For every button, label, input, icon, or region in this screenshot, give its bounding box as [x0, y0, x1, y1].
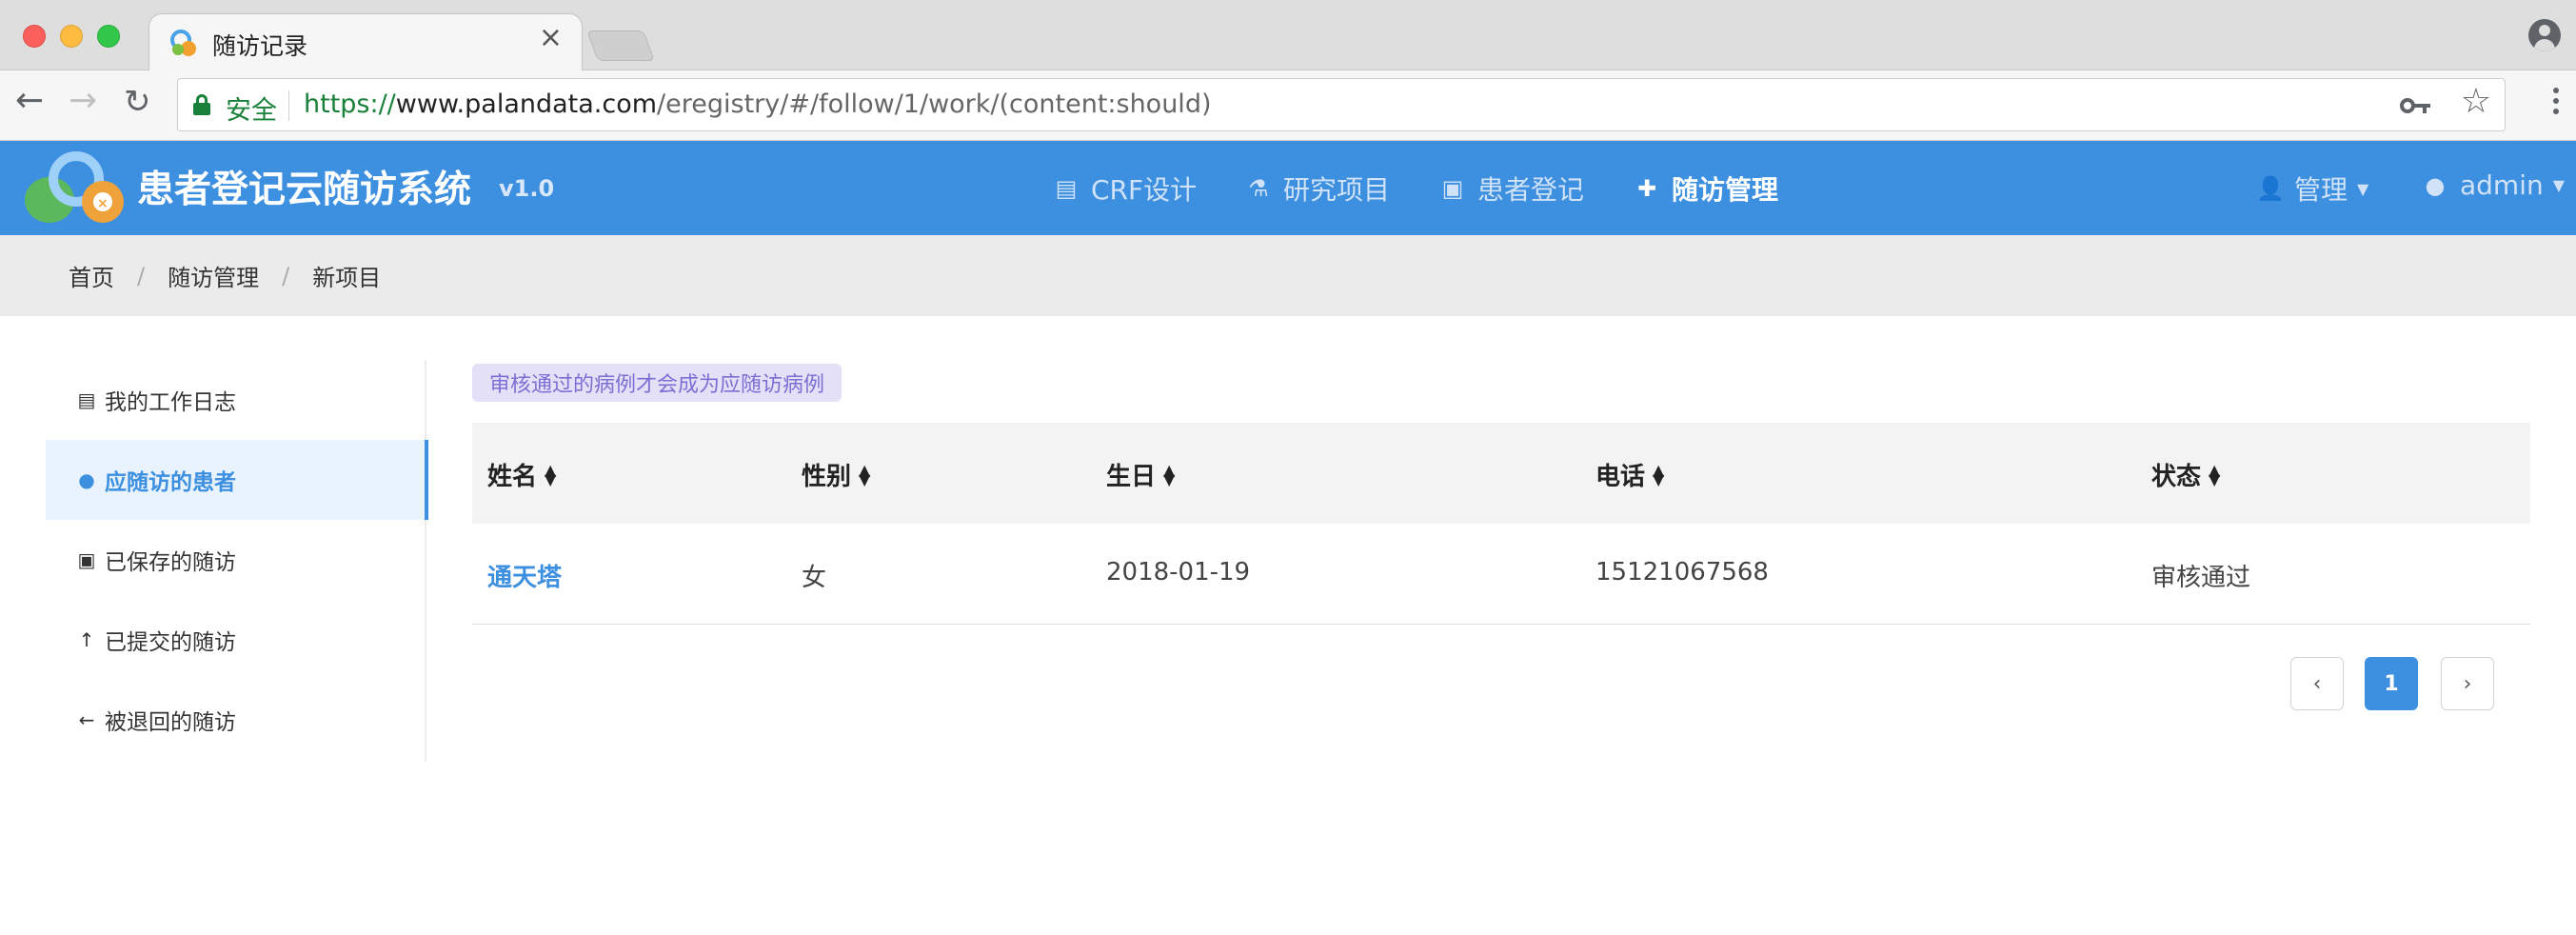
key-icon[interactable]	[2400, 94, 2432, 117]
maximize-window-button[interactable]	[97, 25, 120, 48]
nav-user-dropdown[interactable]: ● admin ▼	[2422, 169, 2566, 201]
breadcrumb-home[interactable]: 首页	[69, 259, 114, 292]
browser-tab-bar: 随访记录 ×	[0, 0, 2576, 71]
caret-down-icon: ▼	[2357, 179, 2369, 198]
svg-text:×: ×	[97, 196, 109, 211]
user-plus-icon: 👤	[2256, 175, 2285, 202]
user-icon: ●	[2425, 171, 2446, 199]
nav-research-project[interactable]: ⚗ 研究项目	[1245, 169, 1390, 208]
sidebar-item-saved-follow[interactable]: ▣ 已保存的随访	[46, 520, 426, 600]
nav-patient-register[interactable]: ▣ 患者登记	[1439, 169, 1584, 208]
lock-icon	[193, 94, 210, 115]
caret-down-icon: ▼	[2552, 176, 2566, 194]
arrow-left-icon: ←	[78, 708, 95, 731]
browser-toolbar: ← → ↻ 安全 https://www.palandata.com/eregi…	[0, 70, 2576, 141]
url-path: /eregistry/#/follow/1/work/(content:shou…	[657, 90, 1212, 119]
sort-icon: ▲ ▼	[545, 460, 557, 488]
pagination-next-button[interactable]: ›	[2441, 657, 2494, 710]
favicon-icon	[170, 30, 196, 56]
breadcrumb-separator: /	[137, 262, 146, 289]
sort-icon: ▲ ▼	[859, 460, 871, 488]
floppy-icon: ▣	[77, 548, 96, 571]
pagination-prev-button[interactable]: ‹	[2290, 657, 2344, 710]
column-header-phone[interactable]: 电话 ▲ ▼	[1595, 457, 1664, 492]
close-window-button[interactable]	[23, 25, 46, 48]
column-header-status[interactable]: 状态 ▲ ▼	[2151, 457, 2220, 492]
breadcrumb-current: 新项目	[312, 265, 382, 291]
breadcrumb-follow[interactable]: 随访管理	[168, 259, 259, 292]
sidebar-item-label: 已保存的随访	[105, 550, 236, 575]
sidebar-item-label: 已提交的随访	[105, 630, 236, 655]
omnibox-divider	[288, 90, 289, 121]
nav-register-label: 患者登记	[1477, 174, 1585, 206]
back-arrow-icon[interactable]: ←	[15, 84, 44, 118]
sidebar-item-submitted-follow[interactable]: ↑ 已提交的随访	[46, 600, 426, 680]
patient-status: 审核通过	[2151, 564, 2251, 592]
reload-icon[interactable]: ↻	[124, 86, 151, 118]
browser-menu-icon[interactable]	[2553, 88, 2559, 124]
patients-table: 姓名 ▲ ▼ 性别 ▲ ▼ 生日 ▲ ▼ 电话 ▲ ▼ 状态 ▲ ▼ 通天塔 女 2018-01-1…	[472, 423, 2530, 625]
nav-user-label: admin	[2460, 169, 2544, 201]
sidebar-item-work-log[interactable]: ▤ 我的工作日志	[46, 360, 426, 440]
word-file-icon: ▤	[1055, 175, 1078, 202]
nav-project-label: 研究项目	[1283, 174, 1391, 206]
nav-crf-design[interactable]: ▤ CRF设计	[1053, 169, 1197, 208]
nav-admin-label: 管理	[2294, 174, 2348, 206]
nav-follow-management[interactable]: ✚ 随访管理	[1634, 169, 1778, 208]
column-header-birthday[interactable]: 生日 ▲ ▼	[1106, 457, 1175, 492]
sidebar-item-label: 应随访的患者	[105, 470, 236, 495]
sort-icon: ▲ ▼	[1163, 460, 1176, 488]
app-brand-title[interactable]: 患者登记云随访系统	[137, 160, 471, 213]
sidebar-item-label: 我的工作日志	[105, 390, 236, 415]
id-badge-icon: ▣	[1441, 175, 1464, 202]
sidebar-item-label: 被退回的随访	[105, 710, 236, 735]
nav-follow-label: 随访管理	[1672, 174, 1779, 206]
address-bar[interactable]: 安全 https://www.palandata.com/eregistry/#…	[177, 78, 2506, 131]
breadcrumb-separator: /	[282, 262, 290, 289]
sort-icon: ▲ ▼	[1653, 460, 1665, 488]
app-logo[interactable]: ×	[21, 150, 131, 229]
notice-badge: 审核通过的病例才会成为应随访病例	[472, 364, 842, 402]
url-scheme: https://	[304, 90, 396, 119]
sidebar-item-returned-follow[interactable]: ← 被退回的随访	[46, 680, 426, 760]
column-header-label: 姓名	[487, 463, 538, 491]
sort-icon: ▲ ▼	[2209, 460, 2221, 488]
column-header-label: 电话	[1595, 463, 1646, 491]
patient-phone: 15121067568	[1595, 558, 1769, 587]
app-version: v1.0	[499, 175, 555, 202]
table-header: 姓名 ▲ ▼ 性别 ▲ ▼ 生日 ▲ ▼ 电话 ▲ ▼ 状态 ▲ ▼	[472, 423, 2530, 524]
sidebar: ▤ 我的工作日志 ● 应随访的患者 ▣ 已保存的随访 ↑ 已提交的随访 ← 被退…	[46, 360, 428, 762]
secure-label: 安全	[226, 96, 277, 126]
tab-close-icon[interactable]: ×	[539, 24, 563, 52]
browser-tab[interactable]: 随访记录 ×	[149, 13, 583, 71]
patient-name-link[interactable]: 通天塔	[487, 558, 562, 593]
flask-icon: ⚗	[1248, 175, 1269, 202]
user-icon: ●	[78, 468, 95, 491]
arrow-up-icon: ↑	[78, 628, 95, 651]
nav-crf-label: CRF设计	[1091, 174, 1198, 206]
pagination-page-1[interactable]: 1	[2365, 657, 2418, 710]
nav-admin-dropdown[interactable]: 👤 管理 ▼	[2256, 169, 2368, 208]
breadcrumb: 首页 / 随访管理 / 新项目	[0, 235, 2576, 316]
column-header-label: 生日	[1106, 463, 1157, 491]
tab-title: 随访记录	[212, 32, 308, 60]
column-header-label: 性别	[802, 463, 852, 491]
book-icon: ▤	[77, 388, 96, 411]
column-header-name[interactable]: 姓名 ▲ ▼	[487, 457, 556, 492]
table-row: 通天塔 女 2018-01-19 15121067568 审核通过	[472, 524, 2530, 625]
new-tab-button[interactable]	[586, 30, 655, 61]
bookmark-star-icon[interactable]: ☆	[2461, 85, 2491, 119]
column-header-gender[interactable]: 性别 ▲ ▼	[802, 457, 870, 492]
patient-birthday: 2018-01-19	[1106, 558, 1251, 587]
url-host: www.palandata.com	[395, 90, 658, 119]
minimize-window-button[interactable]	[60, 25, 83, 48]
app-navbar: × 患者登记云随访系统 v1.0 ▤ CRF设计 ⚗ 研究项目 ▣ 患者登记 ✚…	[0, 141, 2576, 235]
forward-arrow-icon[interactable]: →	[69, 84, 97, 118]
medkit-icon: ✚	[1636, 175, 1657, 202]
profile-icon[interactable]	[2528, 19, 2561, 51]
column-header-label: 状态	[2151, 463, 2202, 491]
url-text[interactable]: https://www.palandata.com/eregistry/#/fo…	[304, 90, 1212, 119]
sidebar-item-due-patients[interactable]: ● 应随访的患者	[46, 440, 428, 520]
patient-gender: 女	[802, 564, 827, 592]
